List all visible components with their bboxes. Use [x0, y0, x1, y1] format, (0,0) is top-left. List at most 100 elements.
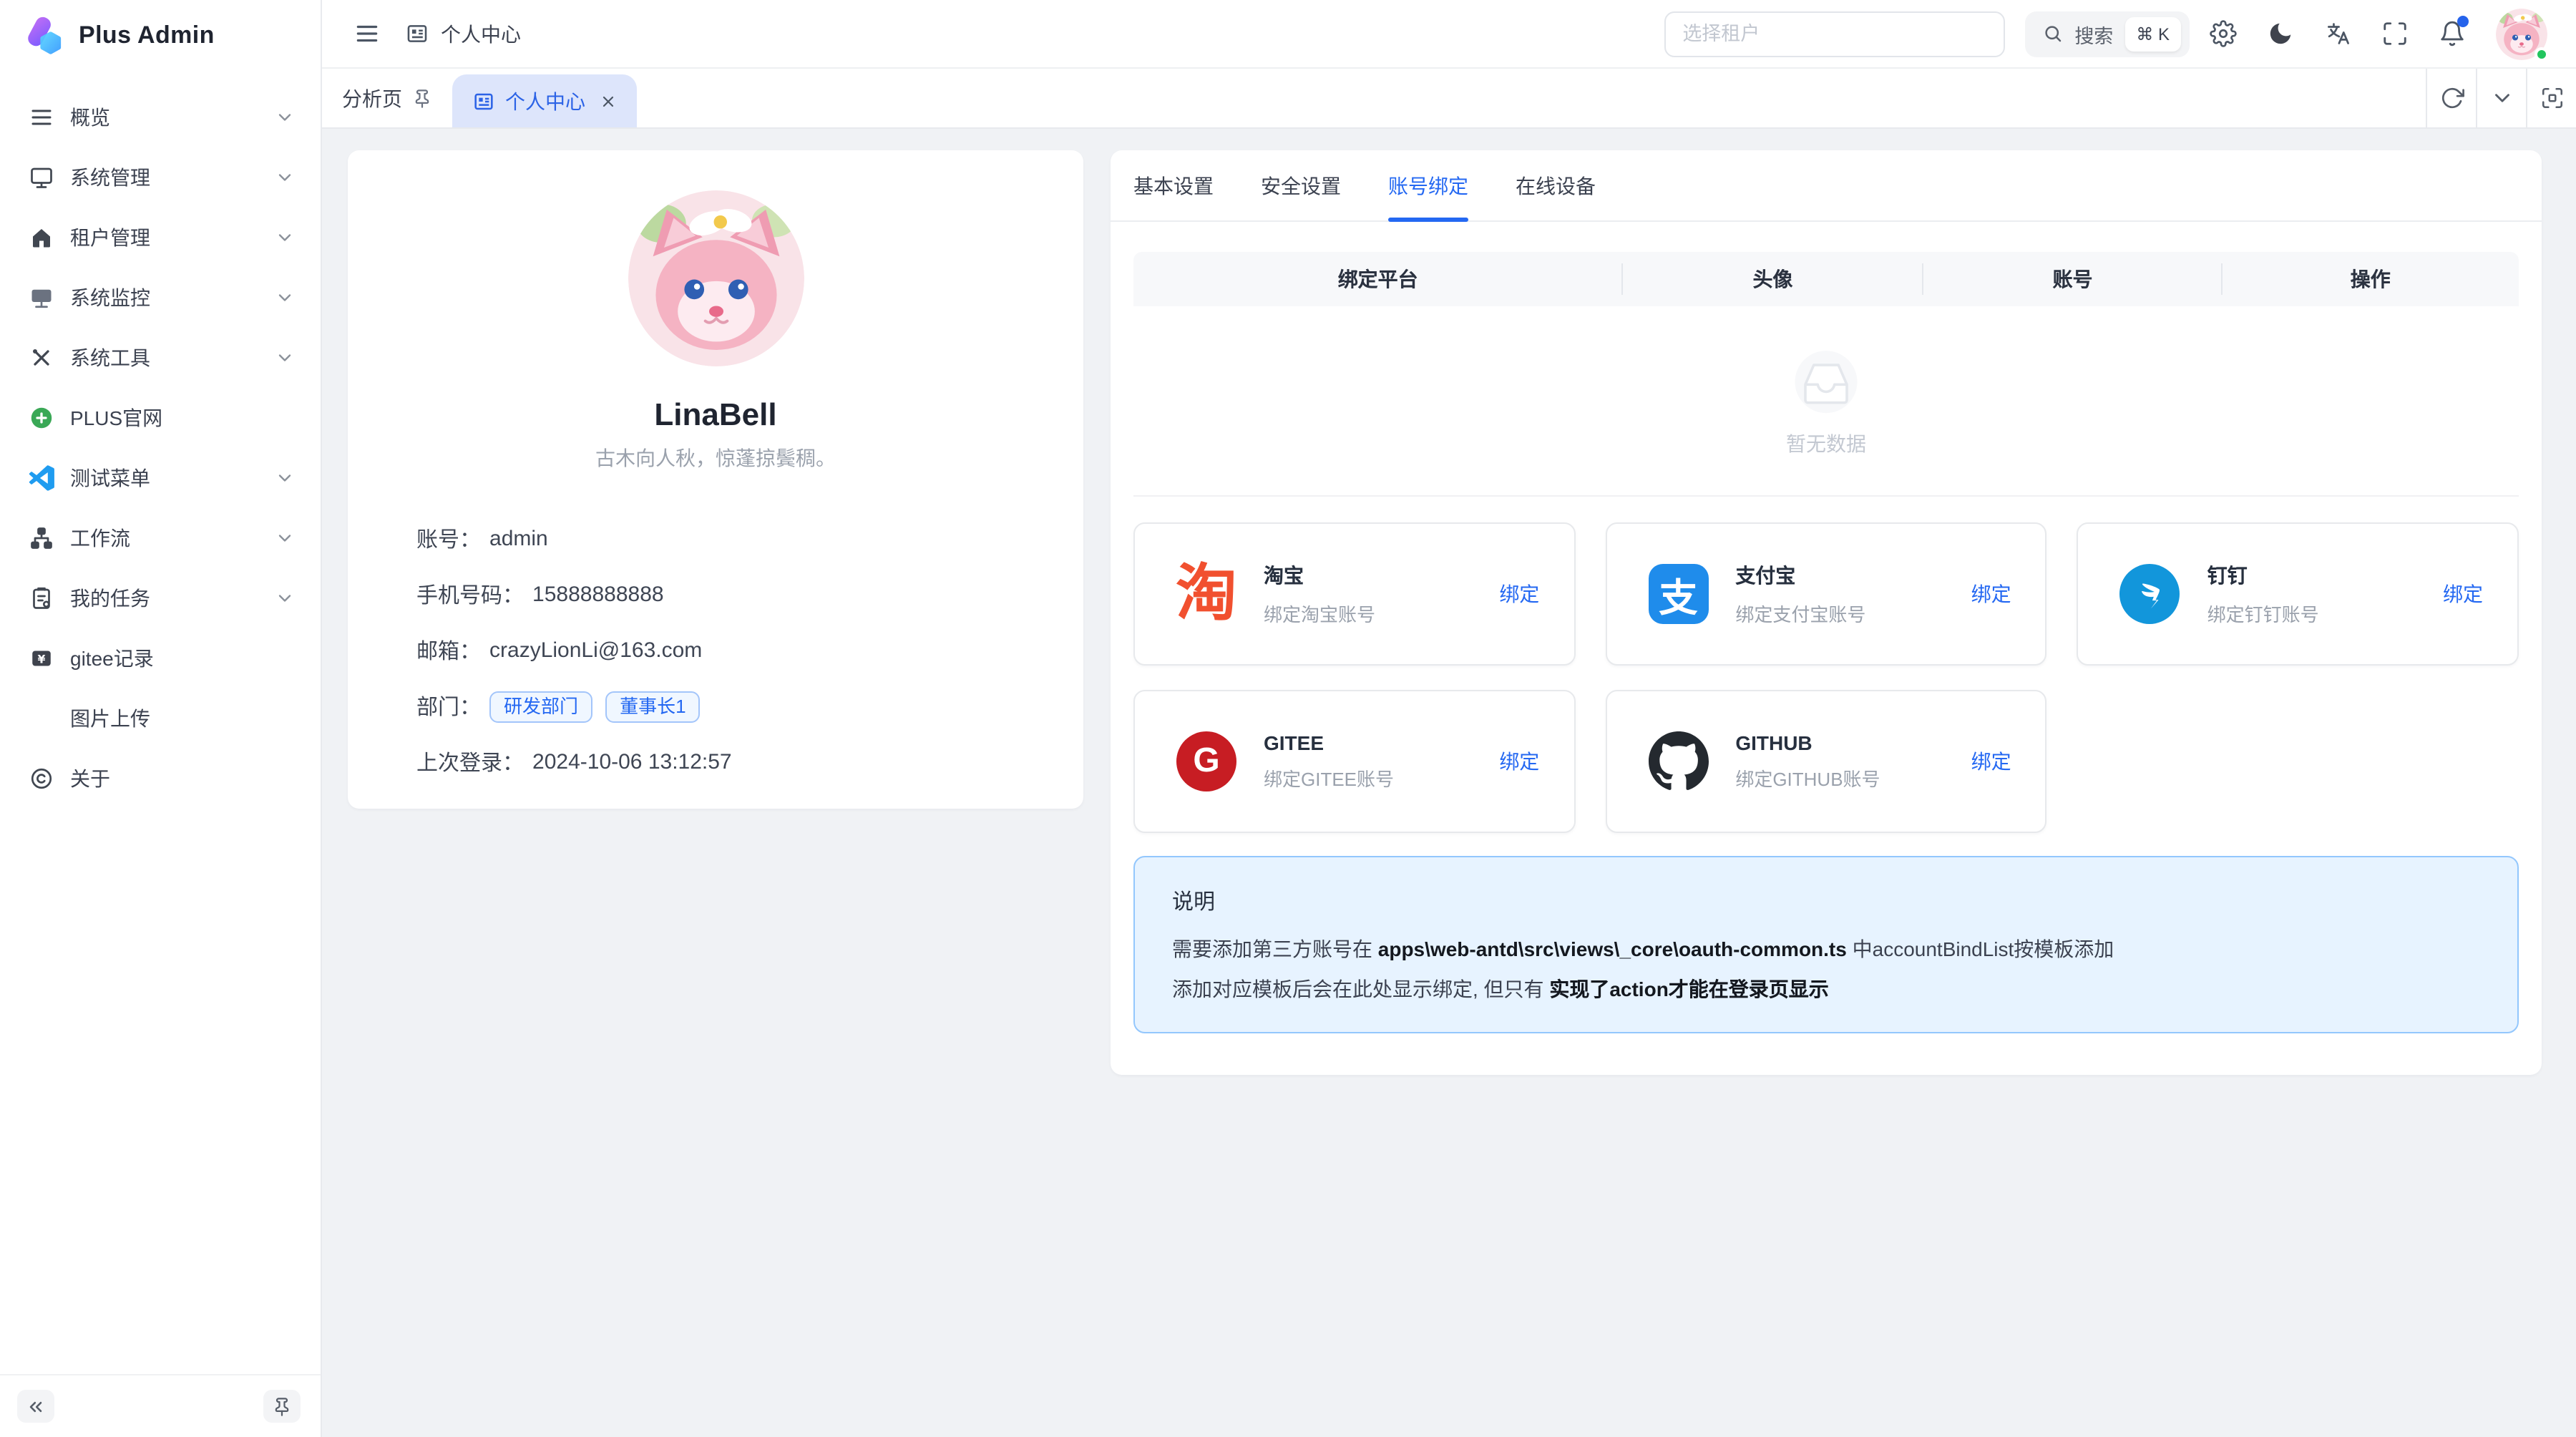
profile-name: LinaBell	[416, 396, 1015, 434]
search-label: 搜索	[2074, 19, 2113, 48]
breadcrumb: 个人中心	[405, 19, 521, 48]
sidebar-item-system-management[interactable]: 系统管理	[11, 149, 309, 206]
binding-options-grid: 淘 淘宝 绑定淘宝账号 绑定 支 支付宝 绑定支付宝账号 绑定	[1133, 522, 2519, 833]
bind-dingtalk-link[interactable]: 绑定	[2443, 580, 2483, 608]
close-icon[interactable]	[600, 92, 617, 109]
note-path: apps\web-antd\src\views\_core\oauth-comm…	[1378, 937, 1847, 960]
search-icon	[2041, 23, 2063, 44]
sidebar-item-label: 租户管理	[70, 223, 259, 252]
tab-bar: 分析页 个人中心	[322, 69, 2576, 129]
sidebar: Plus Admin 概览 系统管理 租户管理 系统监控	[0, 0, 322, 1437]
tab-options-button[interactable]	[2476, 69, 2526, 127]
binding-table: 绑定平台 头像 账号 操作 暂无数据	[1133, 252, 2519, 497]
sidebar-item-plus-website[interactable]: PLUS官网	[11, 389, 309, 447]
field-value: 15888888888	[532, 583, 664, 607]
sidebar-item-system-tools[interactable]: 系统工具	[11, 329, 309, 386]
note-line-2: 添加对应模板后会在此处显示绑定, 但只有 实现了action才能在登录页显示	[1172, 975, 2480, 1003]
menu-lines-icon	[29, 104, 54, 130]
binding-name: GITHUB	[1735, 731, 1880, 754]
gear-icon	[2209, 20, 2236, 47]
yen-badge-icon: ¥	[29, 646, 54, 671]
tab-personal-center[interactable]: 个人中心	[452, 74, 637, 127]
sidebar-item-my-tasks[interactable]: 我的任务	[11, 570, 309, 627]
svg-text:¥: ¥	[38, 652, 46, 666]
chevron-down-icon	[2489, 86, 2514, 110]
sidebar-item-about[interactable]: 关于	[11, 750, 309, 807]
sidebar-item-label: 我的任务	[70, 584, 259, 613]
sidebar-item-system-monitor[interactable]: 系统监控	[11, 269, 309, 326]
toggle-sidebar-button[interactable]	[342, 9, 391, 58]
settings-panel: 基本设置 安全设置 账号绑定 在线设备 绑定平台 头像 账号 操作	[1111, 150, 2542, 1075]
bind-gitee-link[interactable]: 绑定	[1499, 747, 1539, 776]
collapse-sidebar-button[interactable]	[17, 1390, 54, 1423]
main-area: 个人中心 搜索 ⌘ K	[322, 0, 2576, 1437]
app-root: Plus Admin 概览 系统管理 租户管理 系统监控	[0, 0, 2576, 1437]
notifications-button[interactable]	[2427, 9, 2476, 58]
department-tags: 研发部门 董事长1	[489, 691, 701, 722]
tab-basic-settings[interactable]: 基本设置	[1133, 172, 1214, 220]
sidebar-item-label: 测试菜单	[70, 464, 259, 492]
gitee-icon: G	[1174, 731, 1239, 791]
profile-field-phone: 手机号码： 15888888888	[416, 567, 1015, 623]
language-button[interactable]	[2313, 9, 2361, 58]
app-title: Plus Admin	[79, 21, 215, 50]
app-logo[interactable]: Plus Admin	[0, 0, 321, 72]
sidebar-item-label: 关于	[70, 764, 295, 793]
sidebar-item-workflow[interactable]: 工作流	[11, 510, 309, 567]
binding-card-taobao: 淘 淘宝 绑定淘宝账号 绑定	[1133, 522, 1575, 666]
empty-text: 暂无数据	[1786, 429, 1866, 458]
binding-desc: 绑定GITEE账号	[1264, 764, 1394, 791]
tenant-select-input[interactable]	[1664, 11, 2004, 57]
tab-analysis-page[interactable]: 分析页	[322, 69, 452, 127]
profile-field-last-login: 上次登录： 2024-10-06 13:12:57	[416, 734, 1015, 790]
binding-card-dingtalk: 钉钉 绑定钉钉账号 绑定	[2077, 522, 2519, 666]
note-text: 需要添加第三方账号在	[1172, 937, 1378, 960]
global-search-button[interactable]: 搜索 ⌘ K	[2024, 11, 2190, 57]
column-header-avatar: 头像	[1622, 265, 1923, 293]
tab-account-binding[interactable]: 账号绑定	[1388, 172, 1468, 220]
field-value: 2024-10-06 13:12:57	[532, 750, 732, 774]
plus-admin-logo-icon	[23, 14, 66, 57]
binding-card-alipay: 支 支付宝 绑定支付宝账号 绑定	[1605, 522, 2046, 666]
bind-alipay-link[interactable]: 绑定	[1971, 580, 2011, 608]
monitor-icon	[29, 165, 54, 190]
chevron-down-icon	[275, 288, 295, 308]
sidebar-item-gitee-records[interactable]: ¥ gitee记录	[11, 630, 309, 687]
refresh-tab-button[interactable]	[2426, 69, 2476, 127]
tab-online-devices[interactable]: 在线设备	[1516, 172, 1596, 220]
binding-desc: 绑定钉钉账号	[2207, 600, 2319, 627]
sidebar-item-image-upload[interactable]: 图片上传	[11, 690, 309, 747]
profile-avatar	[628, 190, 804, 366]
user-avatar[interactable]	[2496, 8, 2547, 59]
settings-tabs: 基本设置 安全设置 账号绑定 在线设备	[1111, 150, 2542, 222]
dark-mode-toggle[interactable]	[2255, 9, 2304, 58]
clipboard-tasks-icon	[29, 585, 54, 611]
page-content: LinaBell 古木向人秋，惊蓬掠鬓稠。 账号： admin 手机号码： 15…	[322, 129, 2576, 1437]
sidebar-item-overview[interactable]: 概览	[11, 89, 309, 146]
tab-security-settings[interactable]: 安全设置	[1261, 172, 1341, 220]
pin-sidebar-button[interactable]	[263, 1390, 301, 1423]
binding-desc: 绑定GITHUB账号	[1735, 764, 1880, 791]
settings-button[interactable]	[2198, 9, 2247, 58]
binding-card-github: GITHUB 绑定GITHUB账号 绑定	[1605, 690, 2046, 833]
binding-meta: 淘宝 绑定淘宝账号	[1264, 561, 1375, 627]
maximize-content-button[interactable]	[2526, 69, 2576, 127]
sidebar-item-label: PLUS官网	[70, 404, 295, 432]
tabbar-spacer	[637, 69, 2426, 127]
bind-github-link[interactable]: 绑定	[1971, 747, 2011, 776]
empty-inbox-icon	[1780, 338, 1872, 421]
field-label: 手机号码：	[416, 580, 524, 610]
search-shortcut-badge: ⌘ K	[2124, 16, 2181, 51]
note-emphasis: 实现了action才能在登录页显示	[1549, 978, 1828, 1000]
sidebar-item-tenant-management[interactable]: 租户管理	[11, 209, 309, 266]
bind-taobao-link[interactable]: 绑定	[1499, 580, 1539, 608]
chevron-down-icon	[275, 348, 295, 368]
binding-name: 支付宝	[1735, 561, 1865, 590]
chevron-down-icon	[275, 167, 295, 187]
profile-field-email: 邮箱： crazyLionLi@163.com	[416, 623, 1015, 678]
sidebar-item-test-menu[interactable]: 测试菜单	[11, 449, 309, 507]
field-value: admin	[489, 527, 548, 551]
sidebar-footer	[0, 1374, 321, 1437]
fullscreen-button[interactable]	[2370, 9, 2419, 58]
topbar: 个人中心 搜索 ⌘ K	[322, 0, 2576, 69]
